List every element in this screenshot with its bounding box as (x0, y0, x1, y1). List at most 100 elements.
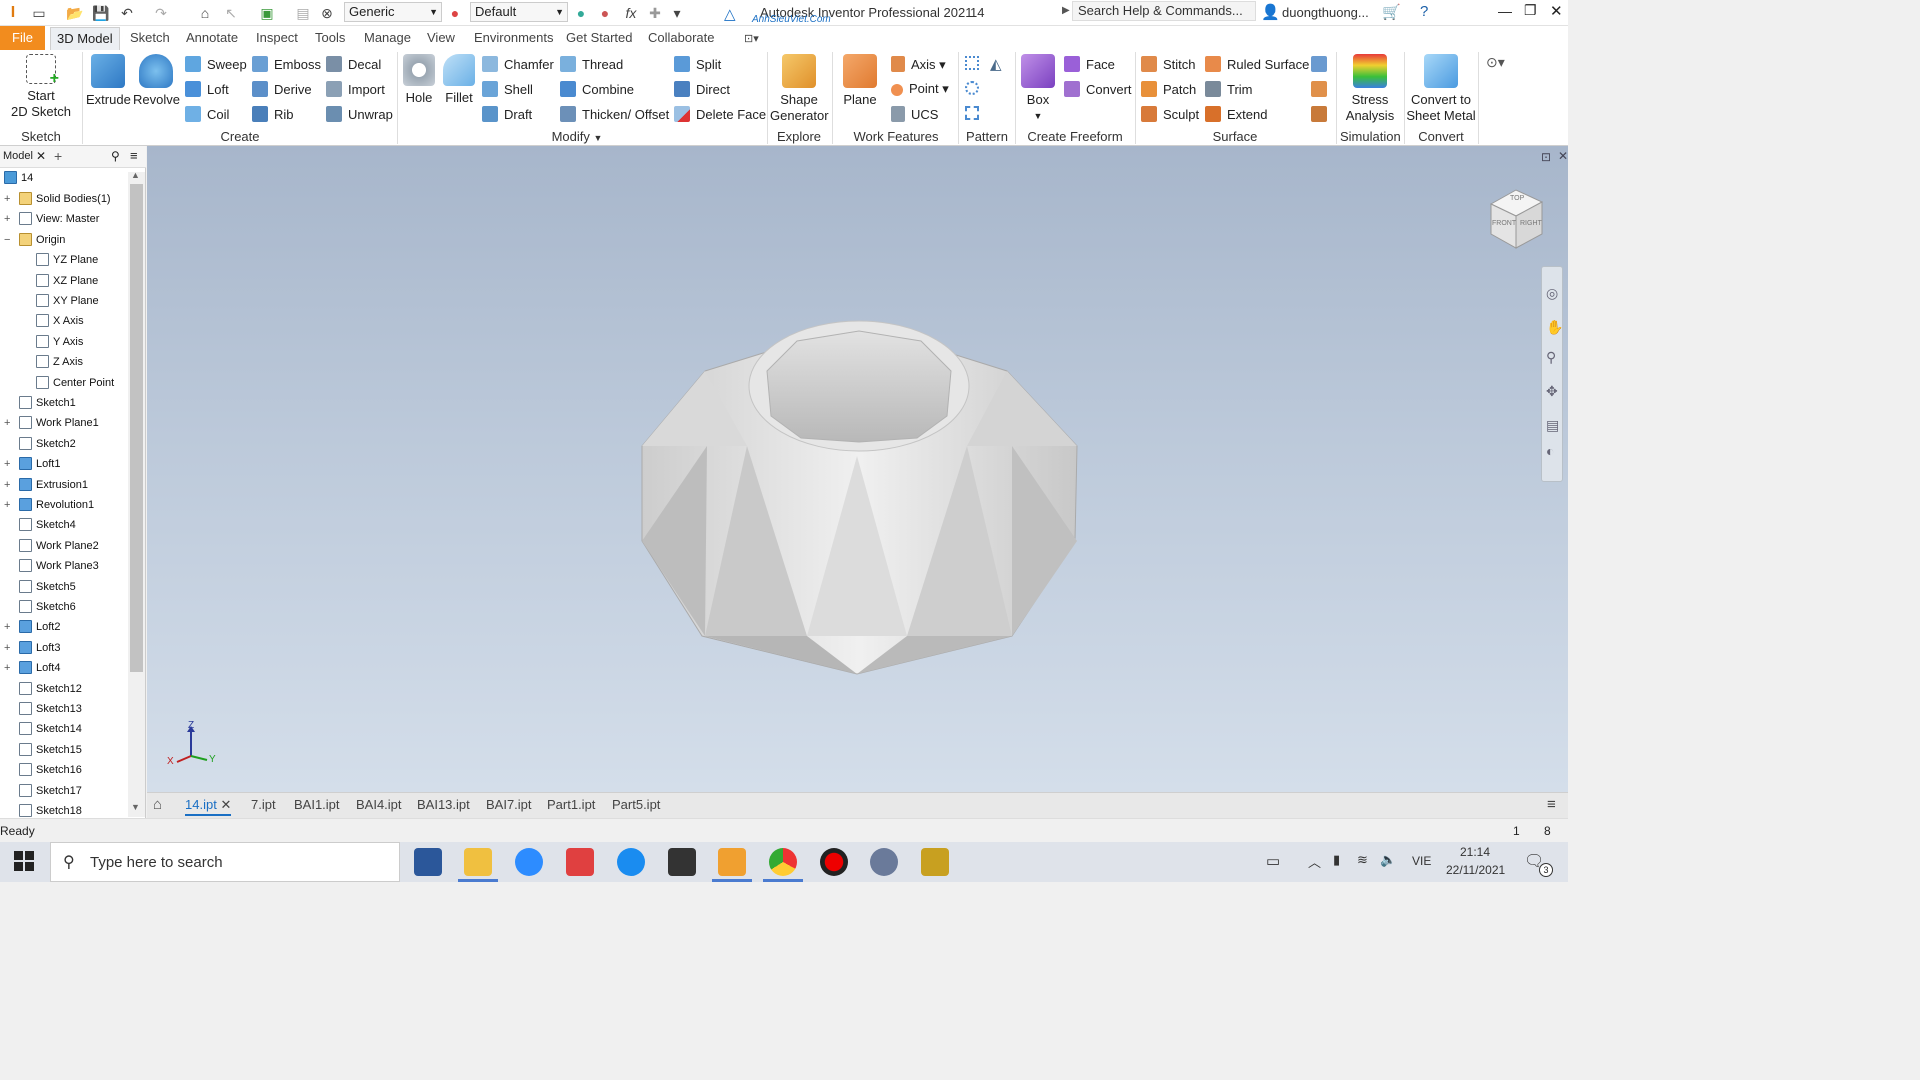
derive-button[interactable]: Derive (252, 81, 312, 98)
garena-icon[interactable] (566, 848, 594, 876)
rectangular-pattern-icon[interactable] (965, 56, 979, 70)
tab-model[interactable]: Model (3, 150, 33, 162)
coil-button[interactable]: Coil (185, 106, 229, 123)
close-icon[interactable]: ✕ (36, 149, 46, 163)
plus-icon[interactable]: ✚ (646, 4, 664, 22)
language-indicator[interactable]: VIE (1412, 854, 1431, 868)
thicken-offset-button[interactable]: Thicken/ Offset (560, 106, 669, 123)
doc-tab-active[interactable]: 14.ipt ✕ (185, 796, 232, 816)
mirror-icon[interactable]: ◭ (990, 55, 1002, 73)
direct-button[interactable]: Direct (674, 81, 730, 98)
scroll-thumb[interactable] (130, 184, 143, 672)
axis-button[interactable]: Axis ▾ (891, 56, 946, 73)
recorder-icon[interactable] (820, 848, 848, 876)
tree-expander[interactable]: + (4, 192, 10, 206)
tab-environments[interactable]: Environments (474, 30, 553, 46)
tree-item[interactable]: XY Plane (36, 294, 99, 308)
redo-icon[interactable]: ↷ (152, 4, 170, 22)
tree-item[interactable]: Extrusion1 (19, 477, 88, 492)
hole-button[interactable]: Hole (400, 54, 438, 106)
tab-sketch[interactable]: Sketch (130, 30, 170, 46)
doc-tab[interactable]: BAI13.ipt (417, 796, 470, 814)
tree-item[interactable]: YZ Plane (36, 253, 98, 267)
inventor-logo-icon[interactable]: I (4, 4, 22, 22)
cart-icon[interactable]: 🛒 (1382, 3, 1401, 21)
group-modify-label[interactable]: Modify ▼ (540, 130, 614, 145)
zalo-icon[interactable] (617, 848, 645, 876)
tree-expander[interactable]: + (4, 416, 10, 430)
shell-button[interactable]: Shell (482, 81, 533, 98)
combine-button[interactable]: Combine (560, 81, 634, 98)
chamfer-button[interactable]: Chamfer (482, 56, 554, 73)
v-app-icon[interactable] (921, 848, 949, 876)
appearance-combo[interactable]: Default ▼ (470, 2, 568, 22)
tab-tools[interactable]: Tools (315, 30, 345, 46)
material-icon[interactable]: ▤ (294, 4, 312, 22)
atom-app-icon[interactable] (870, 848, 898, 876)
revolve-button[interactable]: Revolve (133, 54, 180, 108)
freeform-convert-button[interactable]: Convert (1064, 81, 1132, 98)
doc-tab[interactable]: Part5.ipt (612, 796, 660, 814)
tree-item[interactable]: Sketch2 (19, 436, 76, 451)
freeform-face-button[interactable]: Face (1064, 56, 1115, 73)
fillet-button[interactable]: Fillet (440, 54, 478, 106)
tree-item[interactable]: Sketch1 (19, 396, 76, 410)
update-icon[interactable]: ▣ (258, 4, 276, 22)
tree-expander[interactable]: + (4, 641, 10, 655)
appearance-sphere-icon[interactable]: ● (446, 4, 464, 22)
tree-item[interactable]: Work Plane3 (19, 559, 99, 573)
doc-tab[interactable]: BAI1.ipt (294, 796, 340, 814)
windows-start-icon[interactable] (14, 851, 34, 871)
convert-sheet-metal-button[interactable]: Convert to Sheet Metal (1406, 54, 1476, 124)
wifi-icon[interactable]: ≋ (1357, 852, 1368, 868)
unwrap-button[interactable]: Unwrap (326, 106, 393, 123)
stress-analysis-button[interactable]: Stress Analysis (1340, 54, 1400, 124)
repair-bodies-icon[interactable] (1311, 56, 1327, 72)
tree-root[interactable]: 14 (4, 171, 33, 185)
look-at-icon[interactable]: ▤ (1546, 417, 1559, 434)
tree-item[interactable]: Origin (19, 232, 65, 247)
customize-icon[interactable]: ▾ (668, 4, 686, 22)
tree-item[interactable]: Work Plane1 (19, 416, 99, 430)
zoom-app-icon[interactable] (515, 848, 543, 876)
pan-icon[interactable]: ✋ (1546, 319, 1563, 336)
patch-button[interactable]: Patch (1141, 81, 1196, 98)
battery-icon[interactable]: ▮ (1333, 852, 1340, 868)
ucs-button[interactable]: UCS (891, 106, 938, 123)
orbit-icon[interactable]: ✥ (1546, 383, 1558, 400)
graphics-viewport[interactable]: Z X Y TOP FRONT RIGHT ⊡ ✕ ◎ ✋ ⚲ ✥ ▤ ◐ (147, 146, 1568, 792)
tree-item[interactable]: Loft3 (19, 640, 60, 655)
ribbon-more-icon[interactable]: ⊙▾ (1486, 54, 1505, 71)
fit-mesh-face-icon[interactable] (1311, 81, 1327, 97)
tree-item[interactable]: Solid Bodies(1) (19, 192, 111, 206)
tree-item[interactable]: Sketch16 (19, 763, 82, 777)
tree-item[interactable]: Sketch6 (19, 600, 76, 614)
close-view-icon[interactable]: ✕ (1558, 149, 1568, 163)
close-button[interactable]: ✕ (1550, 2, 1563, 20)
tree-item[interactable]: X Axis (36, 314, 84, 328)
tree-expander[interactable]: + (4, 661, 10, 675)
restore-view-icon[interactable]: ⊡ (1541, 150, 1551, 164)
trim-button[interactable]: Trim (1205, 81, 1253, 98)
select-icon[interactable]: ↖ (222, 4, 240, 22)
doc-tab[interactable]: 7.ipt (251, 796, 276, 814)
stitch-button[interactable]: Stitch (1141, 56, 1196, 73)
chevron-up-icon[interactable]: ︿ (1308, 852, 1321, 871)
user-name[interactable]: duongthuong... (1282, 5, 1369, 20)
tab-inspect[interactable]: Inspect (256, 30, 298, 46)
shaded-view-icon[interactable]: ◐ (1546, 443, 1554, 459)
ribbon-options-icon[interactable]: ⊡▾ (744, 32, 759, 45)
ruled-surface-button[interactable]: Ruled Surface (1205, 56, 1309, 73)
tree-expander[interactable]: + (4, 457, 10, 471)
help-icon[interactable]: ? (1420, 3, 1428, 20)
sweep-button[interactable]: Sweep (185, 56, 247, 73)
shape-generator-button[interactable]: Shape Generator (770, 54, 829, 124)
scroll-down-icon[interactable]: ▼ (131, 802, 140, 812)
material-combo[interactable]: Generic ▼ (344, 2, 442, 22)
open-folder-icon[interactable]: 📂 (66, 4, 84, 22)
clear-appearance-icon[interactable]: ● (596, 4, 614, 22)
zoom-icon[interactable]: ⚲ (1546, 349, 1556, 366)
search-icon[interactable]: ⚲ (111, 149, 120, 163)
point-button[interactable]: Point ▾ (891, 81, 949, 97)
tab-3d-model[interactable]: 3D Model (50, 27, 120, 50)
